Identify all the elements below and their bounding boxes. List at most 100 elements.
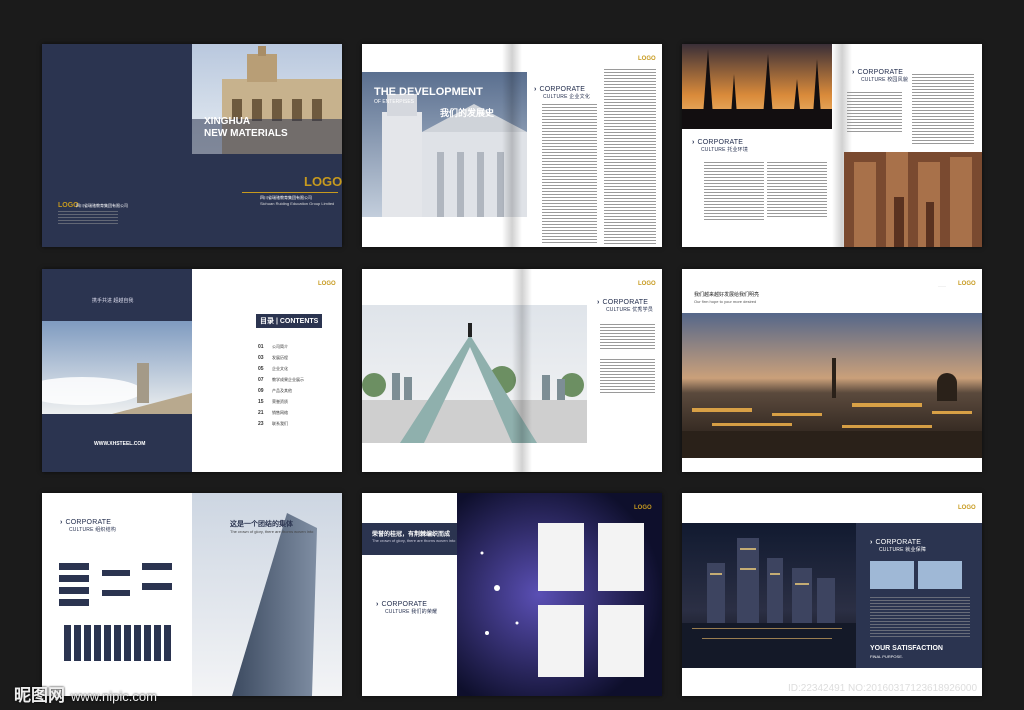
corporate-heading: › CORPORATE CULTURE 我们的荣耀	[376, 601, 438, 615]
cover-title-line2: NEW MATERIALS	[204, 128, 288, 139]
page-logo: LOGO	[638, 56, 656, 62]
toc-page-number: 07	[258, 376, 264, 383]
city-skyline-photo	[682, 523, 857, 668]
toc-item[interactable]: 21 销售网络	[258, 407, 328, 418]
toc-label: 荣誉资质	[272, 398, 288, 404]
back-cover-company: 四川省瑞驰教育集团有限公司	[76, 203, 128, 208]
header-tagline: ········	[938, 284, 946, 288]
development-title-cn: 我们的发展史	[440, 108, 495, 118]
toc-page-number: 15	[258, 398, 264, 405]
cover-logo: LOGO	[304, 174, 342, 189]
chevron-right-icon: ›	[376, 601, 379, 608]
cover-title-line1: XINGHUA	[204, 116, 251, 127]
toc-item[interactable]: 15 荣誉资质	[258, 396, 328, 407]
outstanding-students-spread[interactable]: LOGO › CORPORATE CULTURE 优秀学员	[362, 269, 662, 472]
tagline-line1: YOUR SATISFACTION	[870, 645, 943, 652]
toc-label: 教学成果企业展示	[272, 376, 304, 382]
development-body-left	[542, 104, 597, 244]
corporate-heading: › CORPORATE CULTURE 组织结构	[60, 519, 117, 533]
subline: The crown of glory, there are thorns wov…	[230, 529, 314, 534]
contents-spread[interactable]: 携手共进 超越自我 WWW.XHSTEEL.COM LOGO 目录 | CONT…	[42, 269, 342, 472]
corporate-heading-right: › CORPORATE CULTURE 校园风貌	[852, 69, 909, 83]
cloud-statue-photo	[42, 321, 192, 414]
corporate-heading: › CORPORATE CULTURE 就业保障	[870, 539, 927, 553]
culture-environment-spread[interactable]: › CORPORATE CULTURE 托业环境 › CORPORATE CULTU…	[682, 44, 982, 247]
culture-body-left	[704, 162, 764, 222]
city-night-spread[interactable]: ········ LOGO 我们越来越好发展给我们明亮 Our firm hop…	[682, 269, 982, 472]
toc-item[interactable]: 03 发展历程	[258, 352, 328, 363]
subline: Our firm hope to your more desired	[694, 299, 757, 304]
employment-guarantee-spread[interactable]: LOGO › CORPORATE CULTURE 就业保障 YOUR SATISF…	[682, 493, 982, 696]
toc-label: 产品及其他	[272, 387, 292, 393]
employment-photo-2	[918, 561, 962, 589]
watermark: 昵图网 www.nipic.com	[14, 686, 157, 705]
toc-title: 目录 | CONTENTS	[256, 314, 323, 328]
development-spread[interactable]: THE DEVELOPMENT OF ENTERPISES 我们的发展史 LOG…	[362, 44, 662, 247]
chevron-right-icon: ›	[852, 69, 855, 76]
toc-page-number: 23	[258, 420, 264, 427]
organization-structure-spread[interactable]: › CORPORATE CULTURE 组织结构 这是一个团结的集体 The cr…	[42, 493, 342, 696]
chevron-right-icon: ›	[692, 139, 695, 146]
development-body-right	[604, 69, 656, 244]
students-body-1	[600, 324, 655, 349]
employment-body	[870, 597, 970, 637]
toc-label: 联系我们	[272, 420, 288, 426]
page-logo: LOGO	[958, 505, 976, 511]
students-body-2	[600, 359, 655, 394]
cathedral-interior-photo	[844, 152, 982, 247]
image-id-label: ID:22342491 NO:20160317123618926000	[788, 683, 978, 694]
corporate-heading-left: › CORPORATE CULTURE 托业环境	[692, 139, 749, 153]
development-title-line1: THE DEVELOPMENT	[374, 86, 483, 98]
org-chart-boxes	[59, 563, 172, 606]
slogan-cn: 携手共进 超越自我	[92, 298, 134, 304]
toc-page-number: 21	[258, 409, 264, 416]
toc-label: 销售网络	[272, 409, 288, 415]
honors-spread[interactable]: 荣誉的桂冠，有荆棘编织而成 The crown of glory, there …	[362, 493, 662, 696]
development-title-line2: OF ENTERPISES	[374, 99, 415, 105]
toc-item[interactable]: 23 联系我们	[258, 418, 328, 429]
toc-item[interactable]: 01 公司简介	[258, 341, 328, 352]
toc-page-number: 09	[258, 387, 264, 394]
website[interactable]: WWW.XHSTEEL.COM	[94, 441, 145, 447]
page-logo: LOGO	[634, 505, 652, 511]
subline: The crown of glory, there are thorns wov…	[372, 538, 456, 543]
toc-list: 01 公司简介 03 发展历程 05 企业文化 07 教学成果企业展示 09 产品及其他 15 荣誉资…	[258, 341, 328, 429]
culture-body-right	[912, 74, 974, 144]
culture-body-mid	[767, 162, 827, 217]
corporate-heading: › CORPORATE CULTURE 优秀学员	[597, 299, 654, 313]
certificate-4[interactable]	[598, 605, 644, 677]
headline-cn: 荣誉的桂冠，有荆棘编织而成	[372, 532, 451, 538]
book-perspective-photo	[362, 305, 587, 443]
toc-page-number: 03	[258, 354, 264, 361]
tagline-line2: FINAL PURPOSE.	[870, 654, 903, 659]
certificate-3[interactable]	[538, 605, 584, 677]
cover-company-en: Sichuan Ruiding Education Group Limited	[260, 201, 335, 206]
toc-page-number: 05	[258, 365, 264, 372]
toc-label: 发展历程	[272, 354, 288, 360]
corporate-heading: › CORPORATE CULTURE 企业文化	[534, 86, 591, 100]
culture-body-right-2	[847, 92, 902, 132]
certificate-1[interactable]	[538, 523, 584, 591]
toc-label: 公司简介	[272, 343, 288, 349]
org-chart-columns	[64, 625, 171, 661]
back-cover-contact	[58, 211, 118, 226]
toc-page-number: 01	[258, 343, 264, 350]
brochure-cover-spread[interactable]: XINGHUA NEW MATERIALS LOGO 四川省瑞驰教育集团有限公司…	[42, 44, 342, 247]
certificate-2[interactable]	[598, 523, 644, 591]
page-logo: LOGO	[958, 281, 976, 287]
city-night-photo	[682, 313, 982, 458]
employment-photo-1	[870, 561, 914, 589]
page-logo: LOGO	[638, 281, 656, 287]
chevron-right-icon: ›	[597, 299, 600, 306]
chevron-right-icon: ›	[870, 539, 873, 546]
toc-label: 企业文化	[272, 365, 288, 371]
headline-cn: 这是一个团结的集体	[230, 521, 293, 528]
chevron-right-icon: ›	[60, 519, 63, 526]
toc-item[interactable]: 07 教学成果企业展示	[258, 374, 328, 385]
toc-item[interactable]: 09 产品及其他	[258, 385, 328, 396]
cover-divider	[242, 192, 338, 193]
headline-cn: 我们越来越好发展给我们明亮	[694, 292, 760, 298]
cathedral-silhouette-photo	[682, 44, 832, 129]
toc-item[interactable]: 05 企业文化	[258, 363, 328, 374]
chevron-right-icon: ›	[534, 86, 537, 93]
